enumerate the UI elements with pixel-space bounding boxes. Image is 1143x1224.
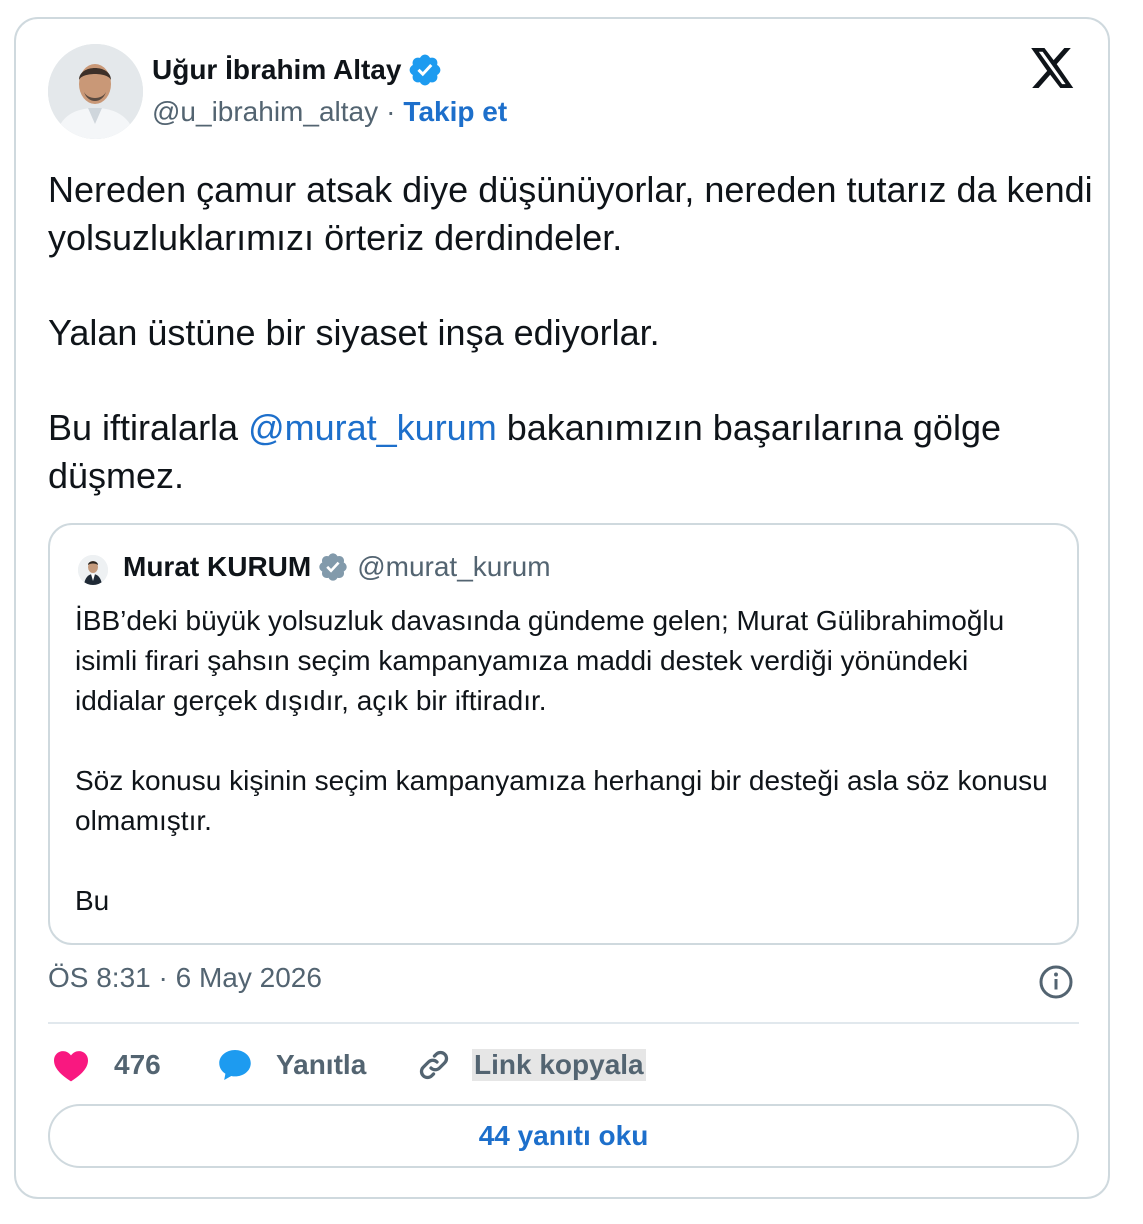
tweet-text-segment: Bu iftiralarla — [48, 407, 249, 448]
quoted-author-name[interactable]: Murat KURUM — [123, 551, 311, 583]
verified-badge-icon — [410, 54, 441, 86]
copy-link-label: Link kopyala — [472, 1049, 646, 1081]
tweet-timestamp[interactable]: ÖS 8:31 · 6 May 2026 — [48, 962, 322, 994]
author-handle-row: @u_ibrahim_altay · Takip et — [152, 96, 507, 128]
author-avatar[interactable] — [48, 44, 143, 139]
quoted-tweet-text: İBB’deki büyük yolsuzluk davasında günde… — [75, 601, 1065, 921]
link-icon — [419, 1050, 449, 1080]
quoted-tweet-header: Murat KURUM @murat_kurum — [123, 551, 551, 583]
quoted-author-handle[interactable]: @murat_kurum — [357, 551, 550, 583]
quoted-paragraph: Bu — [75, 885, 110, 916]
heart-icon — [54, 1051, 88, 1082]
info-icon[interactable] — [1038, 964, 1074, 1000]
reply-label: Yanıtla — [276, 1049, 367, 1080]
verified-badge-icon — [319, 553, 347, 581]
read-replies-button[interactable]: 44 yanıtı oku — [48, 1104, 1079, 1168]
reply-button[interactable]: Yanıtla — [216, 1040, 366, 1090]
mention-link[interactable]: @murat_kurum — [248, 407, 497, 448]
tweet-paragraph: Yalan üstüne bir siyaset inşa ediyorlar. — [48, 312, 660, 353]
x-logo-icon[interactable] — [1031, 48, 1075, 88]
separator-dot: · — [386, 96, 396, 127]
reply-bubble-icon — [219, 1050, 251, 1080]
author-name[interactable]: Uğur İbrahim Altay — [152, 54, 401, 86]
author-name-row: Uğur İbrahim Altay — [152, 52, 443, 88]
tweet-paragraph: Bu iftiralarla @murat_kurum bakanımızın … — [48, 404, 1098, 500]
like-button[interactable]: 476 — [52, 1040, 161, 1090]
quoted-paragraph: Söz konusu kişinin seçim kampanyamıza he… — [75, 765, 1048, 836]
quoted-author-avatar[interactable] — [78, 555, 108, 585]
quoted-paragraph: İBB’deki büyük yolsuzluk davasında günde… — [75, 605, 1005, 716]
author-handle[interactable]: @u_ibrahim_altay — [152, 96, 378, 128]
copy-link-button[interactable]: Link kopyala — [416, 1040, 646, 1090]
follow-button[interactable]: Takip et — [403, 96, 507, 128]
quoted-tweet[interactable]: Murat KURUM @murat_kurum İBB’deki büyük … — [48, 523, 1079, 945]
tweet-paragraph: Nereden çamur atsak diye düşünüyorlar, n… — [48, 169, 1093, 258]
like-count: 476 — [114, 1049, 161, 1080]
divider — [48, 1022, 1079, 1024]
tweet-text: Nereden çamur atsak diye düşünüyorlar, n… — [48, 166, 1098, 500]
tweet-actions: 476 Yanıtla Link kopyala — [48, 1040, 1079, 1090]
